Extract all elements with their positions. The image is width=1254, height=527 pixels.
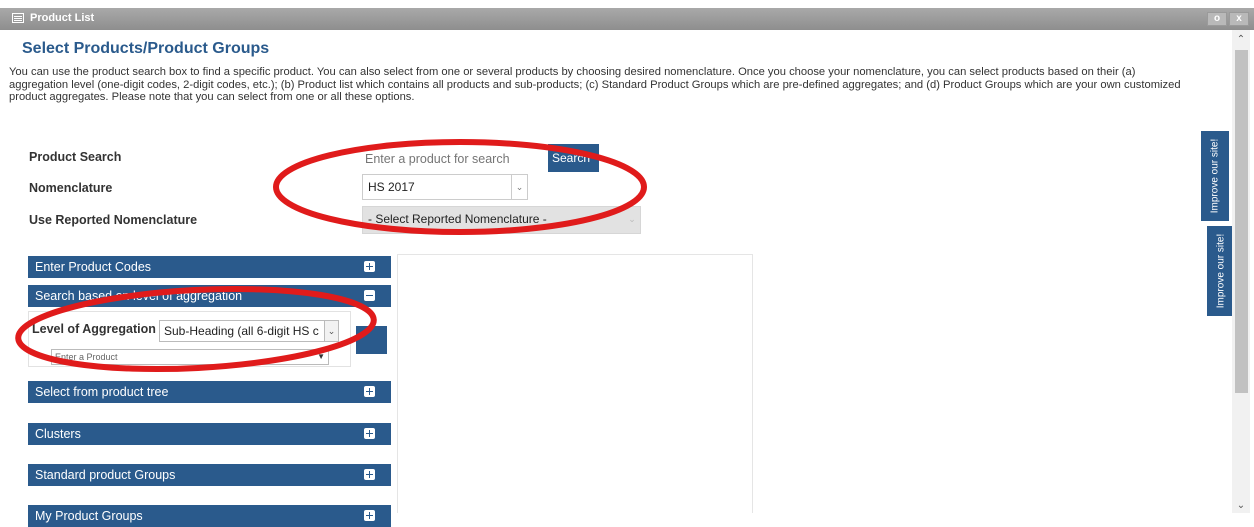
plus-square-icon[interactable] [364,469,375,480]
improve-site-tab[interactable]: Improve our site! [1201,131,1229,221]
scroll-down-icon[interactable]: ⌄ [1232,500,1250,511]
product-search-label: Product Search [29,150,122,164]
reported-nomenclature-value: - Select Reported Nomenclature - [368,212,547,226]
product-select-placeholder: Enter a Product [55,352,118,362]
accordion-product-tree[interactable]: Select from product tree [28,381,391,403]
search-button[interactable]: Search [548,144,599,172]
chevron-down-icon: ⌄ [511,175,527,199]
nomenclature-value: HS 2017 [368,180,415,194]
accordion-my-groups[interactable]: My Product Groups [28,505,391,527]
help-button[interactable]: o [1207,12,1227,26]
improve-site-label: Improve our site! [1215,233,1227,309]
product-list-window: Product List o x Select Products/Product… [0,0,1254,527]
nomenclature-label: Nomenclature [29,181,113,195]
product-select[interactable]: Enter a Product ▼ [51,349,329,365]
plus-square-icon[interactable] [364,428,375,439]
plus-square-icon[interactable] [364,510,375,521]
level-of-aggregation-label: Level of Aggregation [32,322,156,336]
accordion-clusters[interactable]: Clusters [28,423,391,445]
plus-square-icon[interactable] [364,261,375,272]
accordion-search-aggregation[interactable]: Search based on level of aggregation [28,285,391,307]
results-panel [397,254,753,513]
aggregation-body: Level of Aggregation Sub-Heading (all 6-… [28,311,351,367]
chevron-down-icon: ⌄ [324,321,338,341]
minus-square-icon[interactable] [364,290,375,301]
plus-square-icon[interactable] [364,386,375,397]
level-of-aggregation-value: Sub-Heading (all 6-digit HS c [164,324,319,338]
accordion-label: Select from product tree [35,385,169,399]
accordion-label: Enter Product Codes [35,260,152,274]
accordion-enter-product-codes[interactable]: Enter Product Codes [28,256,391,278]
accordion-label: Standard product Groups [35,468,176,482]
scroll-up-icon[interactable]: ⌃ [1232,34,1250,45]
window-titlebar: Product List o x [0,8,1254,30]
caret-down-icon: ▼ [317,352,325,361]
chevron-down-icon: ⌄ [628,214,636,224]
intro-text: You can use the product search box to fi… [9,66,1181,103]
reported-nomenclature-label: Use Reported Nomenclature [29,213,198,227]
nomenclature-select[interactable]: HS 2017 ⌄ [362,174,528,200]
product-search-input[interactable] [362,145,548,172]
accordion-label: My Product Groups [35,509,143,523]
close-button[interactable]: x [1229,12,1249,26]
level-of-aggregation-select[interactable]: Sub-Heading (all 6-digit HS c ⌄ [159,320,339,342]
improve-site-tab-2[interactable]: Improve our site! [1207,226,1235,316]
accordion-label: Clusters [35,427,81,441]
vertical-scrollbar[interactable]: ⌃ ⌄ [1232,30,1250,513]
accordion-standard-groups[interactable]: Standard product Groups [28,464,391,486]
window-icon [12,13,24,23]
scroll-thumb[interactable] [1235,50,1248,393]
improve-site-label: Improve our site! [1209,138,1221,214]
reported-nomenclature-select[interactable]: - Select Reported Nomenclature - ⌄ [362,206,641,234]
page-title: Select Products/Product Groups [22,40,270,57]
accordion-label: Search based on level of aggregation [35,289,243,303]
window-title: Product List [30,12,95,24]
aggregation-go-button[interactable] [356,326,387,354]
